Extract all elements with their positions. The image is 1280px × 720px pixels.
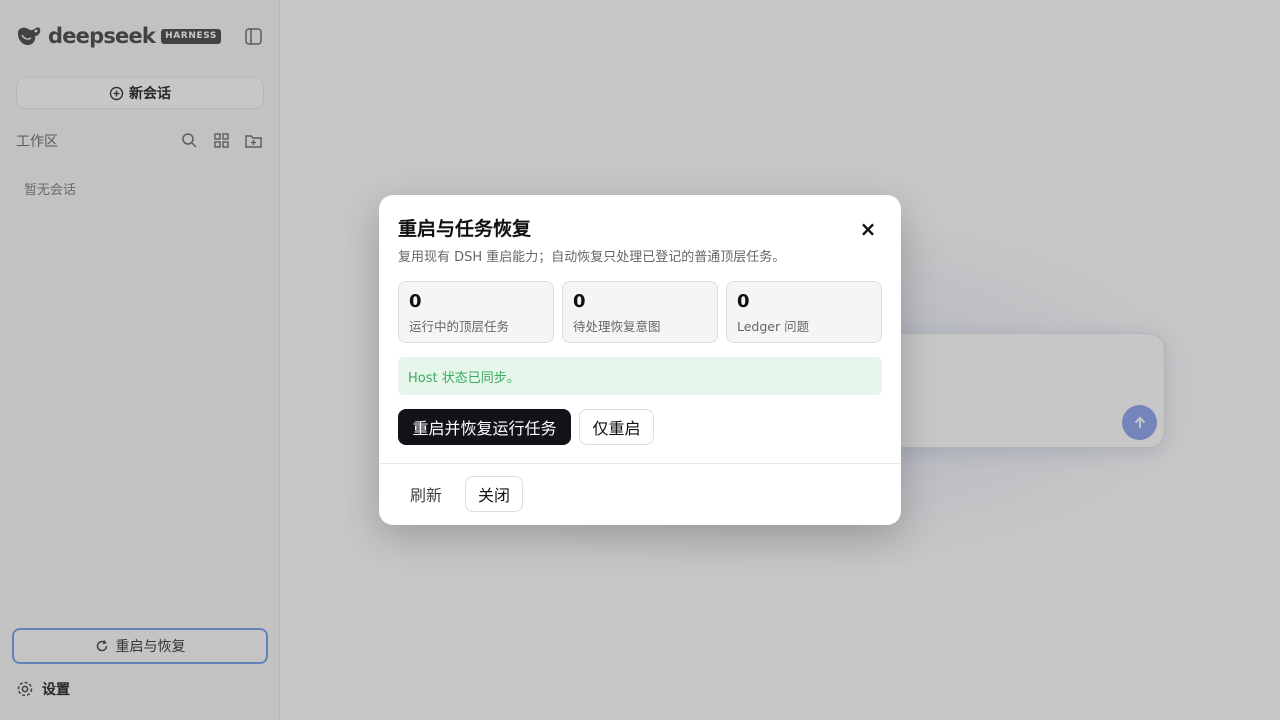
stat-value: 0	[737, 291, 750, 312]
dialog-description: 复用现有 DSH 重启能力；自动恢复只处理已登记的普通顶层任务。	[398, 250, 786, 265]
stat-ledger-issues: 0 Ledger 问题	[726, 281, 882, 343]
stat-value: 0	[573, 291, 586, 312]
restart-and-resume-button[interactable]: 重启并恢复运行任务	[398, 409, 571, 445]
restart-only-button[interactable]: 仅重启	[579, 409, 654, 445]
dialog-divider	[379, 463, 901, 464]
close-button[interactable]: 关闭	[465, 476, 523, 512]
refresh-button[interactable]: 刷新	[398, 476, 454, 512]
stats-row: 0 运行中的顶层任务 0 待处理恢复意图 0 Ledger 问题	[398, 281, 882, 343]
close-icon[interactable]: ×	[857, 217, 879, 241]
stat-value: 0	[409, 291, 422, 312]
status-banner: Host 状态已同步。	[398, 357, 882, 395]
stat-running-tasks: 0 运行中的顶层任务	[398, 281, 554, 343]
restart-recovery-dialog: 重启与任务恢复 复用现有 DSH 重启能力；自动恢复只处理已登记的普通顶层任务。…	[379, 195, 901, 525]
stat-label: 运行中的顶层任务	[409, 319, 510, 334]
stat-pending-intents: 0 待处理恢复意图	[562, 281, 718, 343]
stat-label: 待处理恢复意图	[573, 319, 661, 334]
stat-label: Ledger 问题	[737, 319, 810, 334]
dialog-title: 重启与任务恢复	[398, 218, 532, 240]
